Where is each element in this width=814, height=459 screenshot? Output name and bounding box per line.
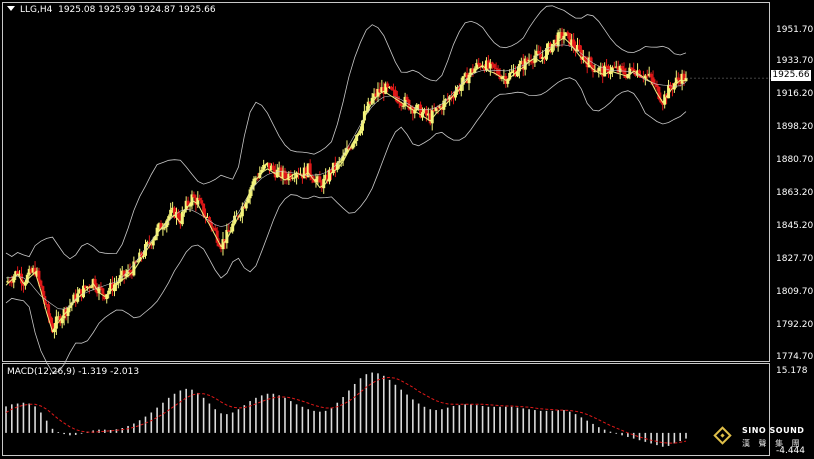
candle-body — [37, 270, 41, 281]
current-price-tag: 1925.66 — [771, 70, 811, 81]
price-axis-label: 1933.70 — [776, 56, 814, 66]
moving-average-line — [5, 37, 687, 333]
bollinger-lower-line — [5, 77, 687, 373]
price-axis-label: 1916.20 — [776, 89, 814, 99]
chart-canvas — [5, 5, 771, 447]
logo-subtitle: 漢 聲 集 團 — [742, 439, 803, 448]
candle-body — [192, 194, 196, 198]
symbol-timeframe: LLG,H4 — [20, 5, 53, 15]
candle-body — [322, 178, 326, 189]
dropdown-triangle-icon[interactable] — [7, 6, 15, 11]
candle-body — [393, 90, 397, 97]
candle-body — [577, 44, 581, 50]
price-axis-label: 1827.70 — [776, 254, 814, 264]
candle-body — [401, 105, 405, 107]
candle-body — [89, 287, 93, 289]
candle-body — [271, 165, 275, 170]
chart-window[interactable]: LLG,H4 1925.08 1925.99 1924.87 1925.66 M… — [0, 0, 814, 459]
candle-body — [452, 97, 456, 99]
candle-body — [318, 176, 322, 183]
logo-diamond-icon — [713, 426, 732, 445]
candle-body — [198, 197, 202, 201]
ohlc-values: 1925.08 1925.99 1924.87 1925.66 — [58, 5, 216, 15]
candle-body — [169, 209, 173, 217]
candle-body — [101, 288, 105, 295]
candle-body — [213, 228, 217, 231]
price-axis-label: 1845.20 — [776, 221, 814, 231]
price-axis-label: 1951.70 — [776, 25, 814, 35]
candle-body — [494, 67, 498, 69]
macd-axis-top: 15.178 — [776, 366, 808, 376]
candle-body — [405, 96, 409, 100]
candle-body — [492, 64, 496, 68]
price-axis-label: 1774.70 — [776, 352, 814, 362]
price-axis-label: 1863.20 — [776, 188, 814, 198]
candle-body — [39, 280, 43, 287]
candle-body — [620, 66, 624, 69]
candle-body — [339, 160, 343, 162]
candle-body — [262, 164, 266, 170]
candle-body — [669, 84, 673, 89]
candle-body — [676, 77, 680, 80]
candle-body — [510, 71, 514, 73]
candle-body — [537, 50, 541, 54]
macd-label: MACD(12,26,9) -1.319 -2.013 — [7, 367, 140, 377]
price-axis-label: 1880.70 — [776, 155, 814, 165]
price-axis-label: 1792.20 — [776, 320, 814, 330]
candle-body — [597, 67, 601, 72]
price-axis-label: 1898.20 — [776, 122, 814, 132]
candle-body — [496, 68, 500, 75]
candle-body — [477, 62, 481, 65]
candle-body — [556, 32, 560, 47]
price-axis-label: 1809.70 — [776, 287, 814, 297]
logo-name: SINO SOUND — [742, 426, 805, 435]
candle-body — [490, 62, 494, 65]
sino-sound-logo: SINO SOUND 漢 聲 集 團 — [712, 423, 812, 457]
candle-body — [200, 200, 204, 204]
candle-body — [264, 164, 268, 166]
candle-body — [649, 73, 653, 78]
candle-body — [386, 83, 390, 88]
bollinger-middle-line — [5, 44, 687, 310]
macd-signal-line — [5, 376, 687, 444]
candle-body — [163, 227, 167, 229]
candle-body — [128, 270, 132, 273]
candle-body — [293, 177, 297, 179]
bollinger-upper-line — [5, 5, 687, 260]
candle-body — [630, 67, 634, 69]
chart-header: LLG,H4 1925.08 1925.99 1924.87 1925.66 — [7, 4, 216, 16]
candle-body — [390, 86, 394, 90]
